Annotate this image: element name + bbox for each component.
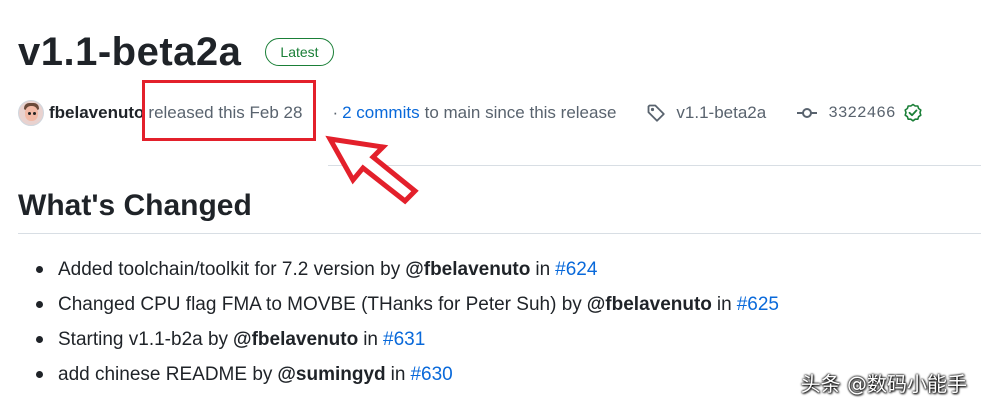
commit-link[interactable]: 3322466 [796, 103, 923, 123]
pr-link[interactable]: #630 [410, 357, 452, 392]
pr-link[interactable]: #624 [555, 252, 597, 287]
avatar[interactable] [18, 100, 44, 126]
latest-badge: Latest [265, 38, 334, 66]
git-commit-icon [797, 108, 818, 118]
section-heading: What's Changed [18, 189, 252, 222]
tag-label: v1.1-beta2a [676, 103, 767, 122]
separator-dot: · [332, 103, 339, 122]
author-mention[interactable]: @fbelavenuto [587, 287, 712, 322]
author-mention[interactable]: @sumingyd [277, 357, 385, 392]
release-title[interactable]: v1.1-beta2a [18, 26, 241, 78]
bullet [36, 266, 43, 273]
in-text: in [363, 329, 378, 350]
author-mention[interactable]: @fbelavenuto [233, 322, 358, 357]
author-mention[interactable]: @fbelavenuto [405, 252, 530, 287]
change-text: add chinese README by [58, 364, 273, 385]
release-header: v1.1-beta2a Latest [18, 26, 334, 78]
commits-since-text: to main since this release [424, 103, 617, 122]
change-text: Added toolchain/toolkit for 7.2 version … [58, 259, 401, 280]
commit-hash: 3322466 [828, 104, 896, 122]
list-item: Starting v1.1-b2a by @fbelavenuto in #63… [18, 322, 779, 357]
author-link[interactable]: fbelavenuto [49, 103, 144, 123]
change-text: Changed CPU flag FMA to MOVBE (THanks fo… [58, 294, 582, 315]
check-circle-icon [904, 103, 923, 122]
release-meta: fbelavenuto released this Feb 28 · 2 com… [18, 96, 923, 130]
bullet [36, 301, 43, 308]
change-text: Starting v1.1-b2a by [58, 329, 229, 350]
in-text: in [535, 259, 551, 280]
section-divider [18, 233, 981, 234]
bullet [36, 336, 43, 343]
commits-link[interactable]: 2 commits [342, 103, 419, 123]
bullet [36, 371, 43, 378]
pr-link[interactable]: #631 [383, 322, 425, 357]
changes-list: Added toolchain/toolkit for 7.2 version … [18, 252, 779, 392]
release-date: released this Feb 28 [148, 103, 303, 122]
list-item: add chinese README by @sumingyd in #630 [18, 357, 779, 392]
in-text: in [716, 294, 732, 315]
arrow-icon [325, 135, 419, 205]
list-item: Changed CPU flag FMA to MOVBE (THanks fo… [18, 287, 779, 322]
tag-link[interactable]: v1.1-beta2a [646, 103, 766, 123]
watermark: 头条 @数码小能手 [800, 372, 967, 396]
in-text: in [390, 364, 406, 385]
tag-icon [648, 104, 666, 122]
list-item: Added toolchain/toolkit for 7.2 version … [18, 252, 779, 287]
pr-link[interactable]: #625 [737, 287, 779, 322]
header-divider [328, 165, 981, 166]
